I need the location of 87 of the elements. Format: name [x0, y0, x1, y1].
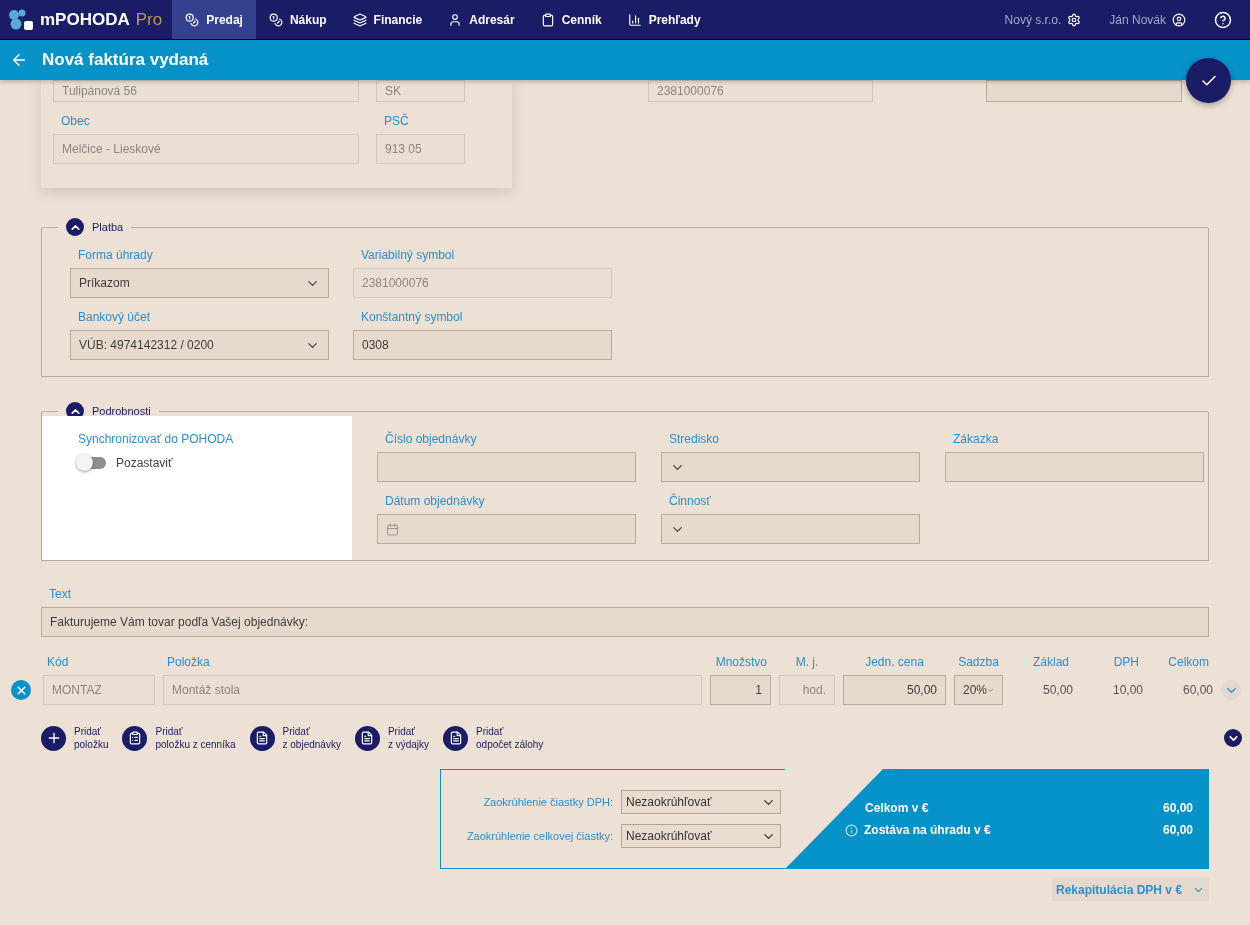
input-field[interactable]: 50,00: [843, 675, 946, 705]
rounding-label: Zaokrúhlenie čiastky DPH:: [483, 796, 613, 808]
help-icon: [1214, 10, 1232, 29]
column-header: Položka: [166, 655, 211, 669]
column-header: Základ: [1031, 655, 1070, 669]
close-icon: [14, 683, 28, 697]
section-title: Podrobnosti: [92, 405, 151, 417]
field-label: Forma úhrady: [77, 247, 154, 264]
select-field[interactable]: VÚB: 4974142312 / 0200: [70, 330, 329, 360]
input-field[interactable]: [945, 452, 1204, 482]
total-label: Celkom v €: [865, 801, 929, 815]
nav-icon: [627, 12, 642, 27]
select-field[interactable]: 20%: [954, 675, 1003, 705]
field-label: Obec: [60, 113, 91, 130]
input-field[interactable]: [377, 452, 636, 482]
toggle-label: Pozastaviť: [116, 456, 173, 470]
field-label: Bankový účet: [77, 309, 152, 326]
field-label: Text: [48, 586, 72, 603]
back-button[interactable]: [10, 51, 28, 69]
select-field[interactable]: [661, 514, 920, 544]
nav-icon: [352, 12, 367, 27]
nav-icon: [268, 12, 283, 27]
company-button[interactable]: Nový s.r.o.: [994, 12, 1092, 27]
field-label: Konštantný symbol: [360, 309, 464, 326]
field-label: Stredisko: [668, 431, 721, 448]
logo-icon: [8, 8, 34, 31]
table-cell-text: 50,00: [1041, 683, 1073, 697]
nav-tab[interactable]: Predaj: [172, 0, 256, 39]
rounding-label: Zaokrúhlenie celkovej čiastky:: [466, 830, 613, 842]
input-field[interactable]: [986, 80, 1182, 102]
document-icon: [448, 731, 463, 745]
column-header: M. j.: [794, 655, 820, 669]
add-item-button[interactable]: Pridať z výdajky: [354, 725, 430, 751]
nav-tab[interactable]: Cenník: [527, 0, 615, 39]
date-field[interactable]: [377, 514, 636, 544]
table-cell-text: 10,00: [1111, 683, 1143, 697]
section-title: Platba: [92, 221, 124, 233]
table-cell-text: 60,00: [1181, 683, 1213, 697]
select-field[interactable]: Nezaokrúhľovať: [621, 790, 781, 814]
toggle-switch[interactable]: [78, 457, 106, 469]
app-edition: Pro: [135, 9, 163, 30]
nav-icon: [540, 12, 555, 27]
user-icon: [1172, 12, 1186, 27]
select-field[interactable]: Nezaokrúhľovať: [621, 824, 781, 848]
expand-button[interactable]: [1224, 729, 1242, 747]
expand-row-button[interactable]: [1221, 680, 1241, 700]
app-name: mPOHODA: [40, 9, 130, 30]
add-item-button[interactable]: Pridať položku: [41, 725, 109, 751]
nav-tab[interactable]: Prehľady: [614, 0, 714, 39]
select-field[interactable]: Príkazom: [70, 268, 329, 298]
text-field[interactable]: Fakturujeme Vám tovar podľa Vašej objednávky:: [41, 607, 1209, 637]
field-label: PSČ: [383, 112, 410, 130]
total-value: 60,00: [1162, 823, 1193, 837]
delete-row-button[interactable]: [11, 680, 31, 700]
field-label: Dátum objednávky: [384, 493, 486, 510]
nav-icon: [185, 12, 200, 27]
field-label: Činnosť: [668, 492, 712, 510]
page-title: Nová faktúra vydaná: [42, 50, 209, 70]
column-header: Množstvo: [714, 655, 768, 669]
field-label: Zákazka: [952, 431, 1000, 448]
add-item-button[interactable]: Pridať položku z cenníka: [122, 725, 236, 751]
field-label: Číslo objednávky: [384, 430, 478, 448]
add-item-button[interactable]: Pridať z objednávky: [249, 725, 341, 751]
clipboard-icon: [127, 731, 142, 745]
nav-icon: [448, 12, 463, 27]
document-icon: [360, 731, 375, 745]
calendar-icon: [386, 522, 399, 536]
input-field[interactable]: 1: [710, 675, 771, 705]
collapse-button[interactable]: [66, 218, 84, 236]
total-value: 60,00: [1162, 801, 1193, 815]
column-header: Celkom: [1167, 655, 1210, 669]
field-label: Variabilný symbol: [360, 247, 456, 264]
add-item-button[interactable]: Pridať odpočet zálohy: [443, 725, 544, 751]
column-header: Jedn. cena: [864, 655, 925, 669]
column-header: Sadzba: [957, 655, 1000, 669]
input-field[interactable]: 0308: [353, 330, 612, 360]
column-header: Kód: [46, 655, 70, 669]
document-icon: [255, 731, 270, 745]
user-button[interactable]: Ján Novák: [1099, 12, 1196, 27]
nav-tab[interactable]: Nákup: [255, 0, 340, 39]
settings-icon: [1067, 12, 1082, 27]
total-label: Zostáva na úhradu v €: [864, 823, 991, 837]
nav-tab[interactable]: Adresár: [435, 0, 528, 39]
nav-tab[interactable]: Financie: [339, 0, 436, 39]
column-header: DPH: [1112, 655, 1140, 669]
sync-label: Synchronizovať do POHODA: [78, 432, 235, 446]
select-field[interactable]: [661, 452, 920, 482]
